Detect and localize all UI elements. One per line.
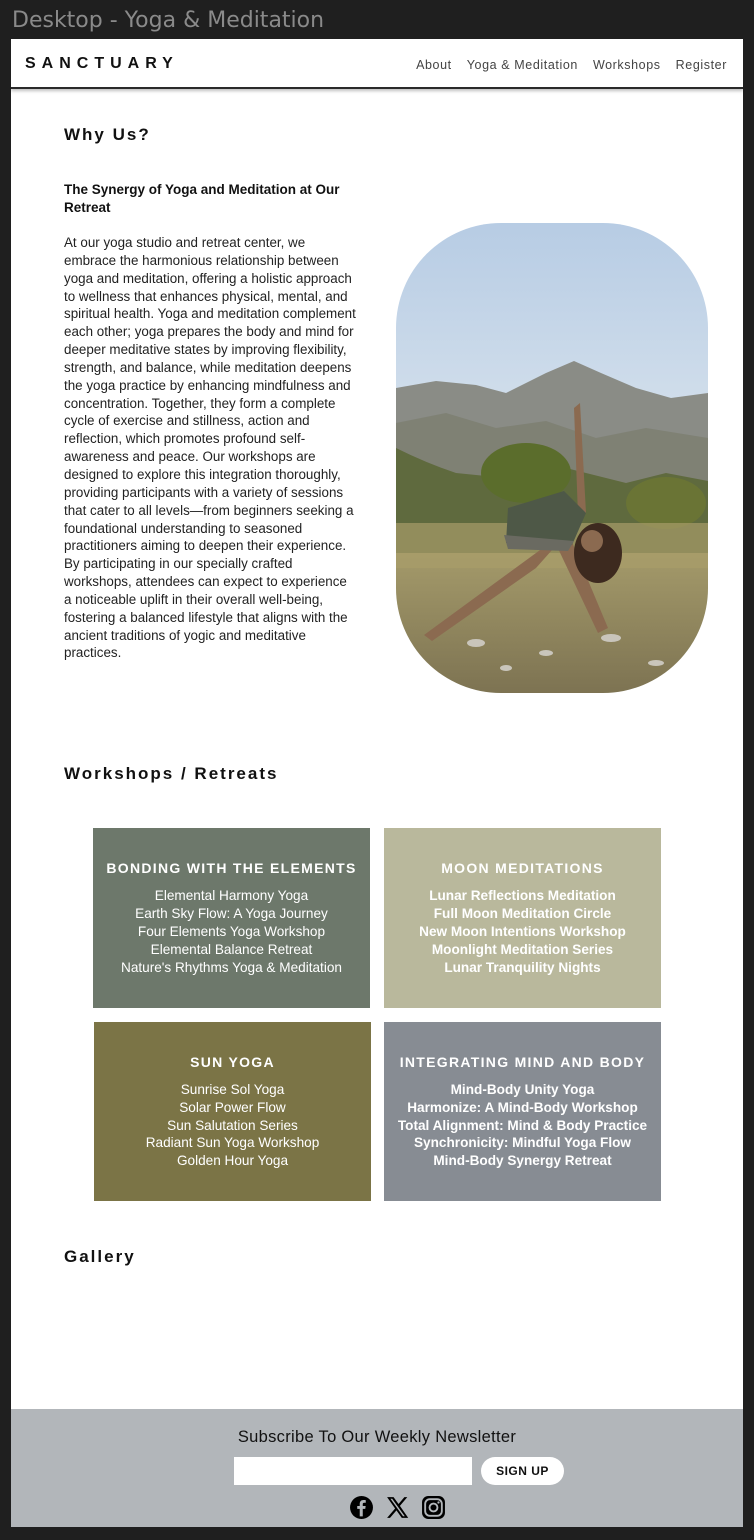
nav-workshops[interactable]: Workshops xyxy=(593,58,661,72)
list-item: Radiant Sun Yoga Workshop xyxy=(145,1135,320,1151)
list-item: Solar Power Flow xyxy=(179,1099,286,1115)
why-us-title: Why Us? xyxy=(64,125,151,144)
card-title: MOON MEDITATIONS xyxy=(441,860,604,877)
list-item: Mind-Body Unity Yoga xyxy=(450,1081,595,1097)
list-item: Elemental Balance Retreat xyxy=(150,941,313,957)
card-list: Elemental Harmony Yoga Earth Sky Flow: A… xyxy=(121,887,342,977)
newsletter-footer: Subscribe To Our Weekly Newsletter SIGN … xyxy=(11,1409,743,1527)
workshop-card-mind-body[interactable]: INTEGRATING MIND AND BODY Mind-Body Unit… xyxy=(384,1022,661,1201)
list-item: Four Elements Yoga Workshop xyxy=(137,924,326,940)
social-links xyxy=(349,1495,446,1520)
card-list: Lunar Reflections Meditation Full Moon M… xyxy=(419,887,626,977)
list-item: New Moon Intentions Workshop xyxy=(419,924,626,940)
workshop-card-elements[interactable]: BONDING WITH THE ELEMENTS Elemental Harm… xyxy=(93,828,370,1008)
nav-yoga-meditation[interactable]: Yoga & Meditation xyxy=(467,58,578,72)
x-icon[interactable] xyxy=(385,1495,410,1520)
sign-up-button[interactable]: SIGN UP xyxy=(481,1457,564,1485)
card-title: SUN YOGA xyxy=(190,1053,275,1070)
list-item: Full Moon Meditation Circle xyxy=(433,906,612,922)
intro-body: At our yoga studio and retreat center, w… xyxy=(64,235,356,661)
site-header: SANCTUARY About Yoga & Meditation Worksh… xyxy=(11,39,743,89)
card-title: INTEGRATING MIND AND BODY xyxy=(399,1053,646,1070)
main-nav: About Yoga & Meditation Workshops Regist… xyxy=(416,58,727,72)
email-input[interactable] xyxy=(234,1457,472,1485)
facebook-icon[interactable] xyxy=(349,1495,374,1520)
workshop-card-moon[interactable]: MOON MEDITATIONS Lunar Reflections Medit… xyxy=(384,828,661,1008)
gallery-title: Gallery xyxy=(64,1247,136,1266)
frame-label: Desktop - Yoga & Meditation xyxy=(12,8,325,33)
intro-heading: The Synergy of Yoga and Meditation at Ou… xyxy=(64,182,340,215)
yoga-photo xyxy=(396,223,708,693)
workshops-title: Workshops / Retreats xyxy=(64,764,279,783)
site-logo[interactable]: SANCTUARY xyxy=(25,55,179,73)
list-item: Moonlight Meditation Series xyxy=(431,941,614,957)
card-list: Sunrise Sol Yoga Solar Power Flow Sun Sa… xyxy=(146,1081,320,1171)
list-item: Lunar Reflections Meditation xyxy=(429,888,616,904)
list-item: Total Alignment: Mind & Body Practice xyxy=(397,1117,648,1133)
list-item: Golden Hour Yoga xyxy=(176,1153,289,1169)
instagram-icon[interactable] xyxy=(421,1495,446,1520)
newsletter-title: Subscribe To Our Weekly Newsletter xyxy=(237,1428,517,1446)
list-item: Sun Salutation Series xyxy=(167,1117,298,1133)
list-item: Harmonize: A Mind-Body Workshop xyxy=(407,1099,638,1115)
card-list: Mind-Body Unity Yoga Harmonize: A Mind-B… xyxy=(398,1081,647,1171)
list-item: Synchronicity: Mindful Yoga Flow xyxy=(413,1135,631,1151)
list-item: Sunrise Sol Yoga xyxy=(180,1081,285,1097)
nav-register[interactable]: Register xyxy=(676,58,727,72)
list-item: Elemental Harmony Yoga xyxy=(154,888,309,904)
card-title: BONDING WITH THE ELEMENTS xyxy=(106,860,357,877)
page: SANCTUARY About Yoga & Meditation Worksh… xyxy=(11,39,743,1527)
list-item: Mind-Body Synergy Retreat xyxy=(433,1153,612,1169)
workshop-card-sun[interactable]: SUN YOGA Sunrise Sol Yoga Solar Power Fl… xyxy=(94,1022,371,1201)
list-item: Earth Sky Flow: A Yoga Journey xyxy=(135,906,328,922)
nav-about[interactable]: About xyxy=(416,58,452,72)
list-item: Lunar Tranquility Nights xyxy=(444,959,601,975)
list-item: Nature's Rhythms Yoga & Meditation xyxy=(121,959,342,975)
